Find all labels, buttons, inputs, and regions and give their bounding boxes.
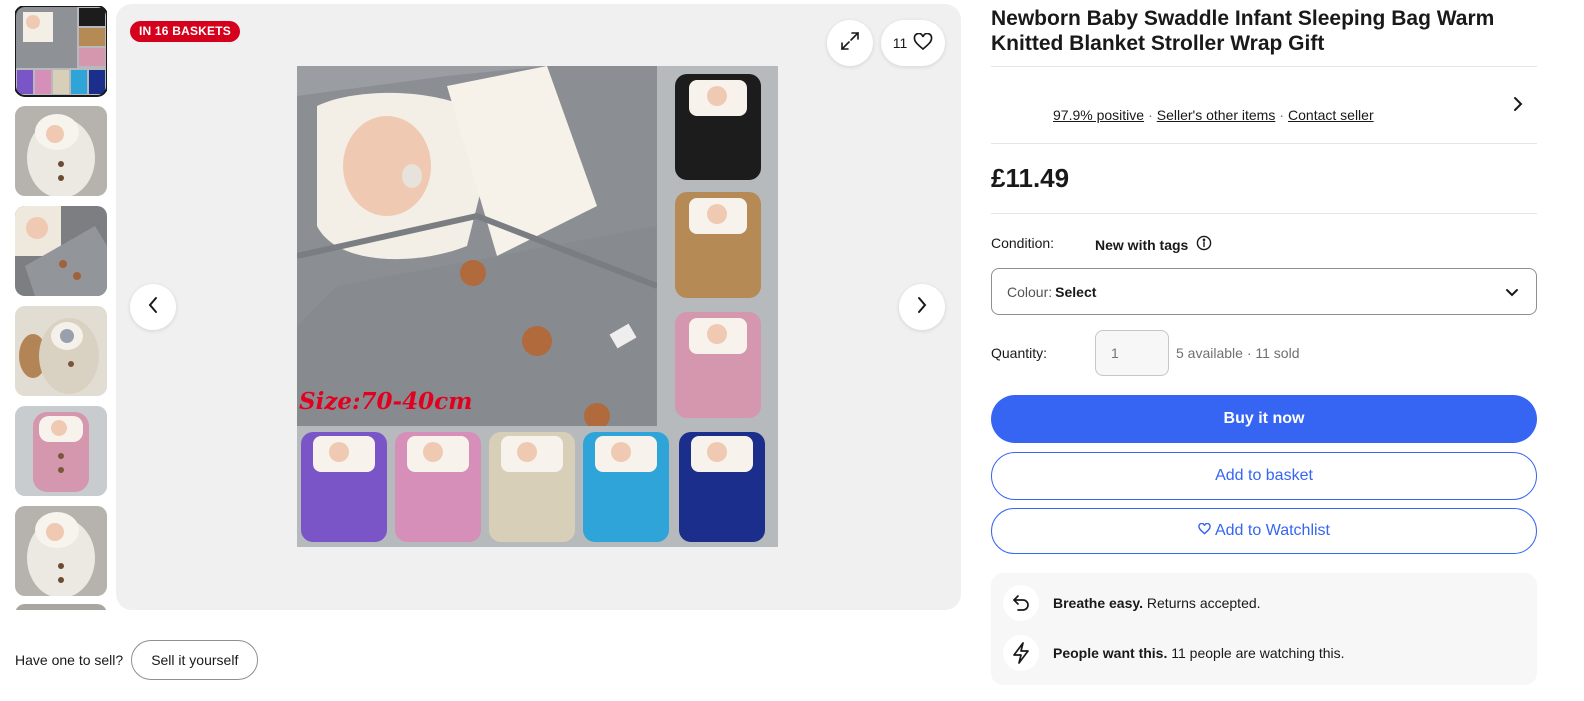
size-overlay-text: Size:70-40cm [299,388,473,415]
highlight-returns: Breathe easy. Returns accepted. [1003,585,1261,621]
thumbnail-3[interactable] [15,206,107,296]
seller-info: 97.9% positive · Seller's other items · Cont… [1053,107,1374,123]
expand-image-button[interactable] [827,20,873,66]
quantity-label: Quantity: [991,345,1048,361]
product-title: Newborn Baby Swaddle Infant Sleeping Bag… [991,7,1495,55]
separator: · [1148,107,1153,123]
divider [991,66,1537,67]
thumbnail-7[interactable] [15,604,107,610]
divider [991,213,1537,214]
price: £11.49 [991,163,1070,193]
add-to-watchlist-label: Add to Watchlist [1214,522,1330,539]
divider [991,143,1537,144]
seller-other-items-link[interactable]: Seller's other items [1157,107,1276,123]
thumbnail-6[interactable] [15,506,107,596]
baskets-badge: IN 16 BASKETS [130,21,240,42]
add-to-watchlist-button[interactable]: Add to Watchlist [991,508,1537,554]
info-icon[interactable] [1196,235,1212,254]
condition-label: Condition: [991,235,1055,251]
sell-it-yourself-button[interactable]: Sell it yourself [131,640,259,680]
separator: · [1279,107,1285,123]
highlight-returns-text: Breathe easy. Returns accepted. [1053,595,1261,611]
colour-select-label: Colour: [1007,283,1053,300]
colour-select[interactable]: Colour: Select [991,268,1537,315]
sell-prompt: Have one to sell? [15,652,124,668]
return-icon [1003,585,1039,621]
highlight-returns-bold: Breathe easy. [1053,595,1144,611]
highlights-box: Breathe easy. Returns accepted. People w… [991,573,1537,685]
contact-seller-link[interactable]: Contact seller [1288,107,1374,123]
chevron-right-icon [916,296,928,319]
highlight-watching-detail: 11 people are watching this. [1167,645,1345,661]
heart-icon [913,32,933,54]
previous-image-button[interactable] [130,284,176,330]
next-image-button[interactable] [899,284,945,330]
expand-icon [839,30,861,57]
thumbnail-4[interactable] [15,306,107,396]
buy-it-now-button[interactable]: Buy it now [991,395,1537,443]
thumbnail-5[interactable] [15,406,107,496]
highlight-watching-bold: People want this. [1053,645,1168,661]
highlight-returns-detail: Returns accepted. [1143,595,1261,611]
thumbnail-2[interactable] [15,106,107,196]
chevron-right-icon[interactable] [1513,95,1523,118]
sell-prompt-row: Have one to sell? Sell it yourself [15,640,259,680]
thumbnail-1[interactable] [15,6,107,97]
chevron-down-icon [1504,284,1520,303]
main-product-image[interactable]: Size:70-40cm [297,66,778,547]
lightning-icon [1003,635,1039,671]
thumbnail-strip [15,6,107,610]
condition-value: New with tags [1095,236,1189,253]
highlight-watching-text: People want this. 11 people are watching… [1053,645,1345,661]
heart-icon [1198,522,1211,540]
colour-select-value: Select [1055,283,1097,300]
watch-count: 11 [892,35,908,51]
add-to-basket-button[interactable]: Add to basket [991,452,1537,500]
highlight-watching: People want this. 11 people are watching… [1003,635,1345,671]
quantity-availability: 5 available · 11 sold [1176,345,1300,361]
quantity-input[interactable] [1095,330,1169,376]
seller-feedback-link[interactable]: 97.9% positive [1053,107,1144,123]
image-gallery: IN 16 BASKETS 11 Size:70-40cm [116,4,961,610]
chevron-left-icon [147,296,159,319]
condition-value-row: New with tags [1095,235,1212,254]
watch-count-button[interactable]: 11 [881,20,945,66]
